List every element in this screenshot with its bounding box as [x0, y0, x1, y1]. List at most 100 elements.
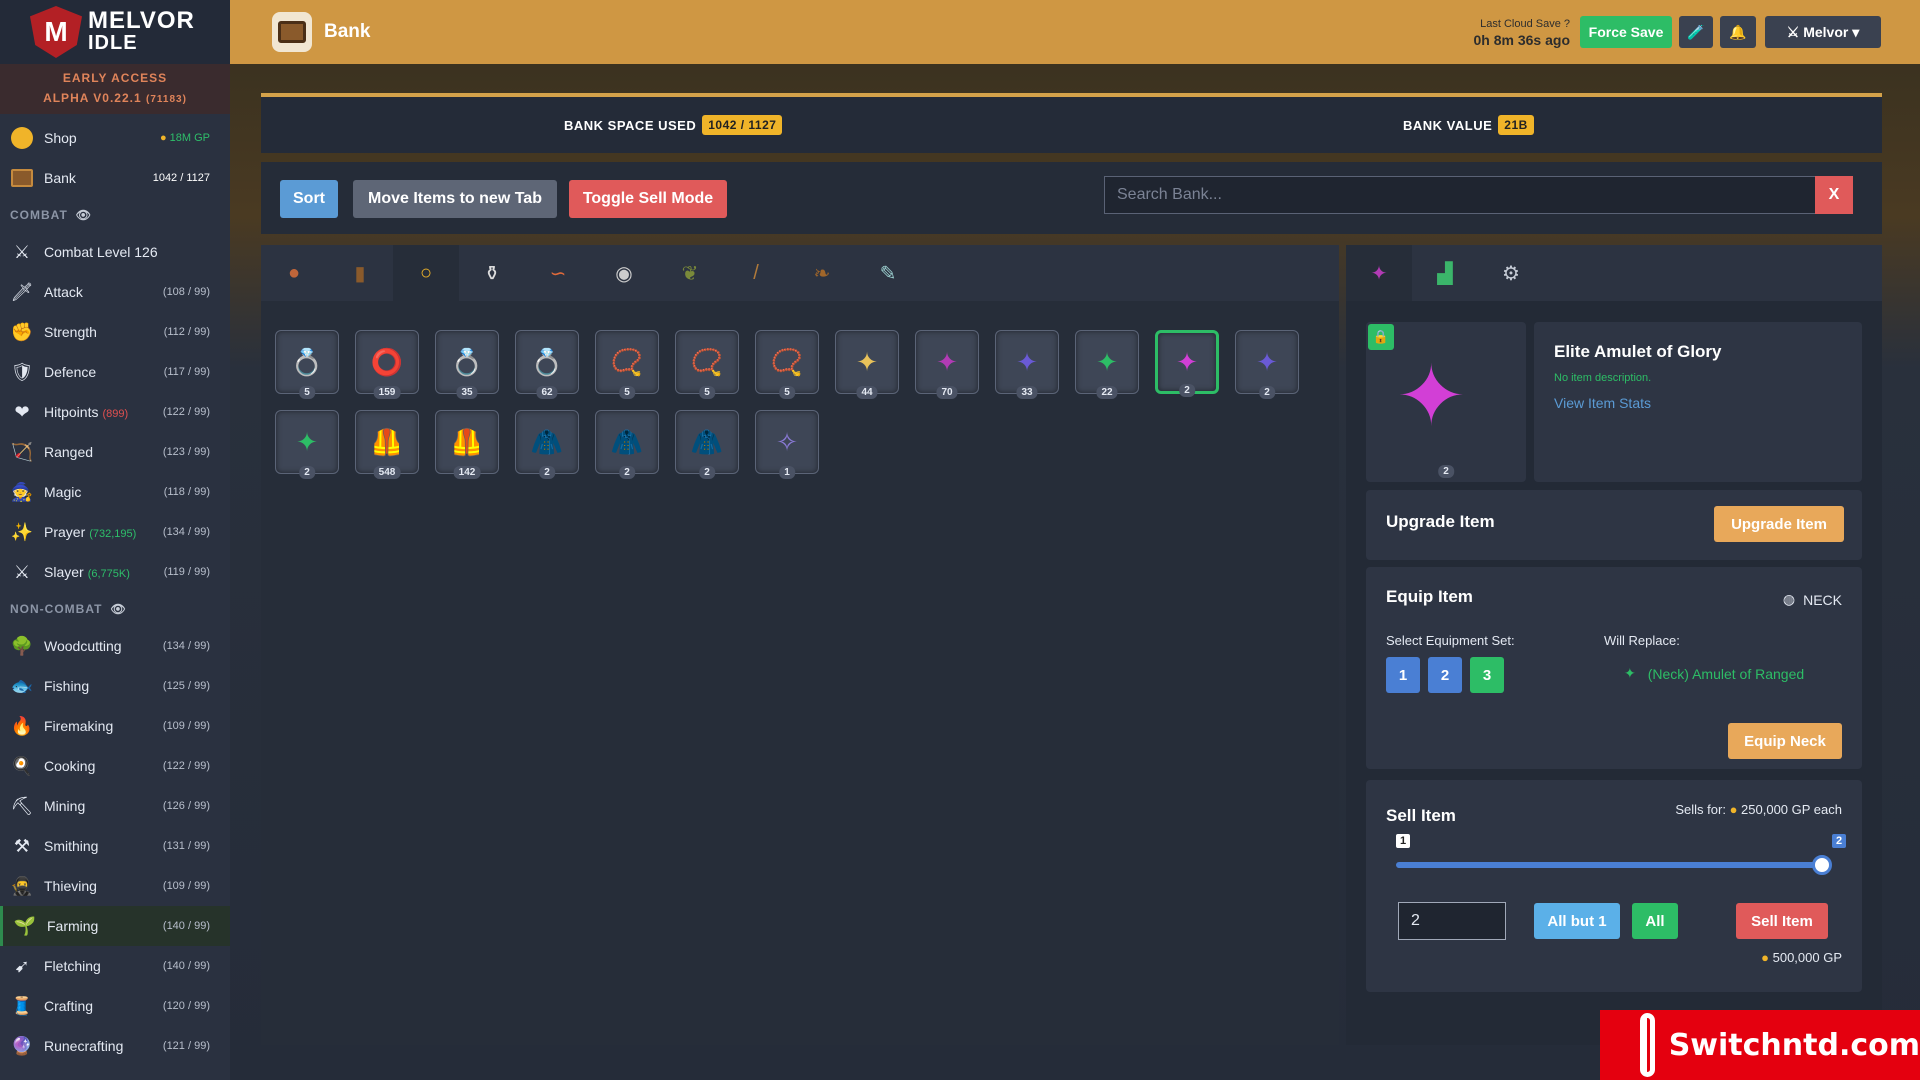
tab-item-icon[interactable]: ✦: [1346, 245, 1412, 301]
tab-food-icon[interactable]: ●: [261, 245, 327, 301]
bank-space-badge: 1042 / 1127: [702, 115, 783, 135]
sort-button[interactable]: Sort: [280, 180, 338, 218]
skill-level: (122 / 99): [162, 406, 210, 418]
item-count: 35: [456, 386, 478, 399]
item-icon: 🧥: [690, 426, 724, 457]
bank-item[interactable]: 💍 35: [435, 330, 499, 399]
bank-item[interactable]: ✧ 1: [755, 410, 819, 479]
bank-item[interactable]: 🧥 2: [515, 410, 579, 479]
tab-sword-icon[interactable]: /: [723, 245, 789, 301]
game-logo[interactable]: M MELVOR IDLE: [0, 0, 230, 64]
user-menu-button[interactable]: ⚔ Melvor ▾: [1765, 16, 1881, 48]
force-save-button[interactable]: Force Save: [1580, 16, 1672, 48]
bank-item[interactable]: 💍 5: [275, 330, 339, 399]
skill-name: Ranged: [44, 444, 163, 460]
bank-item[interactable]: ✦ 2: [275, 410, 339, 479]
tab-logs-icon[interactable]: ▮: [327, 245, 393, 301]
thief-icon: 🥷: [10, 875, 34, 896]
potion-icon[interactable]: 🧪: [1679, 16, 1713, 48]
tab-orb-icon[interactable]: ◉: [591, 245, 657, 301]
sidebar-item-woodcutting[interactable]: 🌳 Woodcutting (134 / 99): [0, 626, 230, 666]
help-icon[interactable]: ?: [1564, 18, 1570, 30]
sell-item-button[interactable]: Sell Item: [1736, 903, 1828, 939]
bank-item[interactable]: 📿 5: [675, 330, 739, 399]
sidebar-item-combat[interactable]: ⚔ Combat Level 126: [0, 232, 230, 272]
skill-level: (140 / 99): [162, 960, 210, 972]
crossed-swords-icon: ⚔: [1786, 23, 1804, 40]
sidebar-item-cooking[interactable]: 🍳 Cooking (122 / 99): [0, 746, 230, 786]
sidebar-item-defence[interactable]: 🛡 Defence (117 / 99): [0, 352, 230, 392]
sidebar-item-mining[interactable]: ⛏ Mining (126 / 99): [0, 786, 230, 826]
sidebar-item-bank[interactable]: Bank 1042 / 1127: [0, 158, 230, 198]
all-button[interactable]: All: [1632, 903, 1678, 939]
tab-stats-icon[interactable]: ▟: [1412, 245, 1478, 301]
upgrade-item-button[interactable]: Upgrade Item: [1714, 506, 1844, 542]
replace-item-name: (Neck) Amulet of Ranged: [1647, 665, 1805, 682]
bank-item[interactable]: ✦ 44: [835, 330, 899, 399]
equip-neck-button[interactable]: Equip Neck: [1728, 723, 1842, 759]
sidebar-item-smithing[interactable]: ⚒ Smithing (131 / 99): [0, 826, 230, 866]
sidebar-item-fishing[interactable]: 🐟 Fishing (125 / 99): [0, 666, 230, 706]
bank-item[interactable]: ✦ 2: [1235, 330, 1299, 399]
sidebar-item-crafting[interactable]: 🧵 Crafting (120 / 99): [0, 986, 230, 1026]
sidebar-item-hitpoints[interactable]: ❤ Hitpoints (899) (122 / 99): [0, 392, 230, 432]
sidebar-item-runecrafting[interactable]: 🔮 Runecrafting (121 / 99): [0, 1026, 230, 1066]
all-but-1-button[interactable]: All but 1: [1534, 903, 1620, 939]
bank-item[interactable]: 📿 5: [755, 330, 819, 399]
sidebar-item-label: Shop: [44, 130, 77, 146]
sell-slider-track[interactable]: [1396, 862, 1822, 868]
toggle-sell-mode-button[interactable]: Toggle Sell Mode: [569, 180, 727, 218]
move-items-button[interactable]: Move Items to new Tab: [353, 180, 557, 218]
tab-herb-icon[interactable]: ❦: [657, 245, 723, 301]
eye-icon[interactable]: 👁: [110, 602, 126, 616]
combat-section-header[interactable]: COMBAT 👁: [0, 198, 230, 232]
sidebar-item-shop[interactable]: Shop ● 18M GP: [0, 118, 230, 158]
tab-brush-icon[interactable]: ✎: [855, 245, 921, 301]
bank-item[interactable]: ✦ 70: [915, 330, 979, 399]
item-icon: 💍: [450, 346, 484, 377]
sidebar-item-ranged[interactable]: 🏹 Ranged (123 / 99): [0, 432, 230, 472]
sell-total: 500,000 GP: [1772, 950, 1842, 965]
skill-level: (123 / 99): [162, 446, 210, 458]
bank-item[interactable]: ⭕ 159: [355, 330, 419, 399]
bank-item[interactable]: 🦺 142: [435, 410, 499, 479]
sidebar-item-fletching[interactable]: ➹ Fletching (140 / 99): [0, 946, 230, 986]
tab-potion-icon[interactable]: ⚱: [459, 245, 525, 301]
anvil-icon: ⚒: [13, 835, 31, 856]
bank-item[interactable]: 💍 62: [515, 330, 579, 399]
sidebar-item-strength[interactable]: ✊ Strength (112 / 99): [0, 312, 230, 352]
bank-item[interactable]: ✦ 22: [1075, 330, 1139, 399]
sidebar-item-attack[interactable]: 🗡 Attack (108 / 99): [0, 272, 230, 312]
eye-icon[interactable]: 👁: [76, 208, 92, 222]
lock-icon[interactable]: 🔒: [1368, 324, 1394, 350]
bank-item[interactable]: ✦ 2: [1155, 330, 1219, 397]
tab-feather-icon[interactable]: ❧: [789, 245, 855, 301]
noncombat-section-header[interactable]: NON-COMBAT 👁: [0, 592, 230, 626]
view-stats-link[interactable]: View Item Stats: [1554, 395, 1651, 411]
sidebar-item-firemaking[interactable]: 🔥 Firemaking (109 / 99): [0, 706, 230, 746]
sell-quantity-input[interactable]: [1398, 902, 1506, 940]
clear-search-button[interactable]: X: [1815, 176, 1853, 214]
search-input[interactable]: [1104, 176, 1817, 214]
bank-item[interactable]: 🧥 2: [595, 410, 659, 479]
tab-rope-icon[interactable]: ∽: [525, 245, 591, 301]
bank-item[interactable]: ✦ 33: [995, 330, 1059, 399]
sidebar-item-slayer[interactable]: ⚔ Slayer (6,775K) (119 / 99): [0, 552, 230, 592]
equipment-set-3-button[interactable]: 3: [1470, 657, 1504, 693]
sell-slider-handle[interactable]: [1812, 855, 1832, 875]
bank-item[interactable]: 📿 5: [595, 330, 659, 399]
item-icon: ✦: [1256, 346, 1278, 377]
tab-jewelry-icon[interactable]: ○: [393, 245, 459, 301]
sidebar-item-label: Bank: [44, 170, 76, 186]
bank-item[interactable]: 🦺 548: [355, 410, 419, 479]
sidebar-item-prayer[interactable]: ✨ Prayer (732,195) (134 / 99): [0, 512, 230, 552]
sidebar-item-farming[interactable]: 🌱 Farming (140 / 99): [0, 906, 230, 946]
bank-item[interactable]: 🧥 2: [675, 410, 739, 479]
notification-icon[interactable]: 🔔: [1720, 16, 1756, 48]
equipment-set-1-button[interactable]: 1: [1386, 657, 1420, 693]
build-label: (71183): [146, 94, 187, 105]
sidebar-item-thieving[interactable]: 🥷 Thieving (109 / 99): [0, 866, 230, 906]
tab-settings-gear-icon[interactable]: ⚙: [1478, 245, 1544, 301]
sidebar-item-magic[interactable]: 🧙 Magic (118 / 99): [0, 472, 230, 512]
equipment-set-2-button[interactable]: 2: [1428, 657, 1462, 693]
